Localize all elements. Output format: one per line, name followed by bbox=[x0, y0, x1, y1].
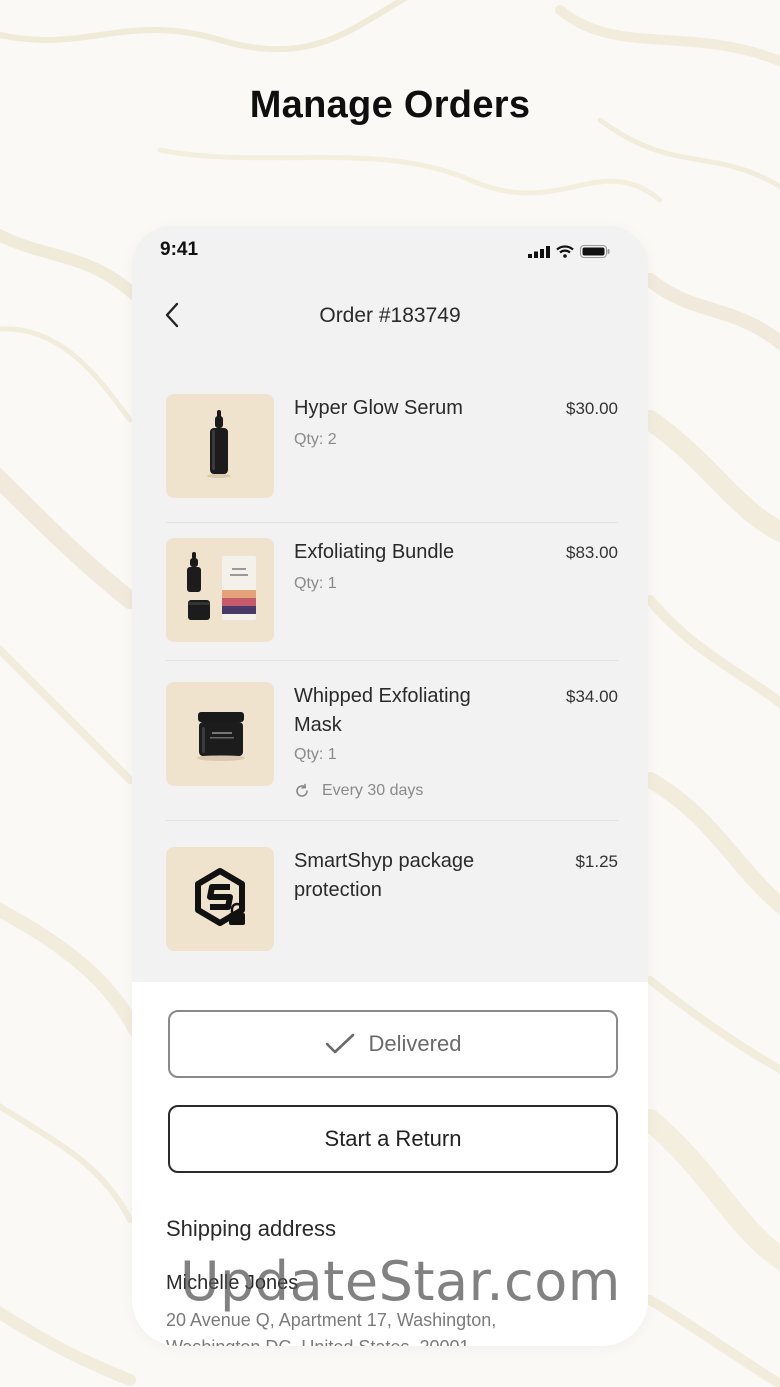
item-qty: Qty: 2 bbox=[294, 431, 337, 448]
list-item[interactable]: Whipped Exfoliating Mask Qty: 1 $34.00 E… bbox=[166, 682, 618, 808]
order-title: Order #183749 bbox=[319, 304, 461, 327]
item-price: $1.25 bbox=[575, 852, 618, 871]
delivered-status-button[interactable]: Delivered bbox=[168, 1010, 618, 1078]
start-return-label: Start a Return bbox=[324, 1126, 462, 1151]
product-image-bundle bbox=[166, 538, 274, 642]
signal-icon bbox=[528, 245, 550, 258]
item-name: Whipped Exfoliating Mask bbox=[294, 685, 471, 736]
divider bbox=[166, 522, 618, 523]
product-image-mask bbox=[166, 682, 274, 786]
wifi-icon bbox=[556, 245, 574, 258]
battery-icon bbox=[580, 245, 610, 258]
divider bbox=[166, 660, 618, 661]
item-name: SmartShyp package protection bbox=[294, 850, 475, 901]
phone-screen: 9:41 Order #183749 Hyper Glow Serum Qty:… bbox=[132, 226, 648, 1346]
nav-bar: Order #183749 bbox=[132, 296, 648, 336]
item-qty: Qty: 1 bbox=[294, 746, 337, 763]
shipping-address-line2: Washington DC, United States, 20001 bbox=[166, 1334, 496, 1346]
watermark: UpdateStar.com bbox=[180, 1250, 621, 1313]
item-price: $34.00 bbox=[566, 687, 618, 706]
delivered-label: Delivered bbox=[368, 1031, 462, 1056]
refresh-icon bbox=[296, 783, 308, 797]
subscription-frequency: Every 30 days bbox=[294, 782, 423, 800]
item-qty: Qty: 1 bbox=[294, 575, 337, 592]
checkmark-icon bbox=[325, 1033, 354, 1054]
item-name: Exfoliating Bundle bbox=[294, 541, 455, 563]
status-time: 9:41 bbox=[160, 239, 199, 260]
item-price: $30.00 bbox=[566, 399, 618, 418]
page-headline: Manage Orders bbox=[249, 84, 531, 126]
item-price: $83.00 bbox=[566, 543, 618, 562]
list-item[interactable]: Exfoliating Bundle Qty: 1 $83.00 bbox=[166, 538, 618, 642]
subscription-label: Every 30 days bbox=[322, 782, 424, 799]
product-image-serum bbox=[166, 394, 274, 498]
list-item[interactable]: SmartShyp package protection $1.25 bbox=[166, 847, 618, 951]
shipping-address-heading: Shipping address bbox=[166, 1216, 337, 1241]
item-name: Hyper Glow Serum bbox=[294, 397, 463, 419]
status-icons bbox=[528, 245, 610, 258]
divider bbox=[166, 820, 618, 821]
list-item[interactable]: Hyper Glow Serum Qty: 2 $30.00 bbox=[166, 394, 618, 498]
start-return-button[interactable]: Start a Return bbox=[168, 1105, 618, 1173]
smartshyp-logo-icon bbox=[166, 847, 274, 951]
status-bar: 9:41 bbox=[132, 226, 648, 276]
